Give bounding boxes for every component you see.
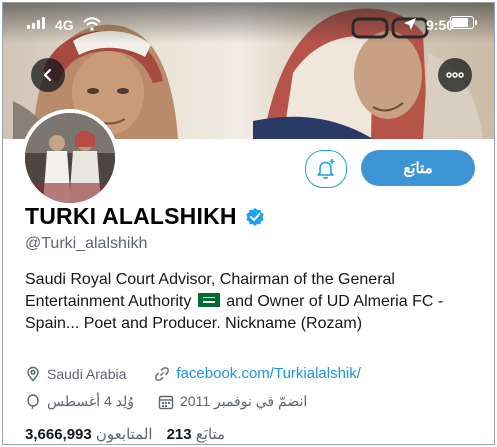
battery-icon [450, 16, 477, 29]
following-count: 213 [166, 426, 192, 443]
joined-text: انضمّ في نوفمبر 2011 [180, 393, 308, 409]
carrier-label: 4G [55, 17, 74, 33]
follow-stats: المتابعون 3,666,993 متابَع 213 [25, 425, 225, 443]
location-arrow-icon [404, 18, 416, 30]
avatar[interactable] [21, 109, 119, 207]
profile-screen: 4G 9:50 متابَع TURKI ALALSHIKH @Turki_al… [2, 2, 495, 445]
chevron-left-icon [43, 68, 52, 82]
followers-label: المتابعون [95, 426, 153, 443]
signal-icon [27, 17, 45, 29]
avatar-photo [25, 113, 115, 203]
following-stat[interactable]: متابَع 213 [167, 425, 226, 443]
location-website-row: Saudi Arabia facebook.com/Turkialalshik/ [25, 365, 361, 382]
website-link[interactable]: facebook.com/Turkialalshik/ [176, 365, 361, 382]
status-bar: 4G 9:50 [3, 3, 494, 43]
dates-row: وُلِد 4 أغسطس انضمّ في نوفمبر 2011 [25, 393, 307, 410]
location-text: Saudi Arabia [47, 365, 127, 382]
more-horizontal-icon [446, 72, 464, 78]
name-row: TURKI ALALSHIKH [25, 203, 265, 230]
calendar-icon [158, 394, 174, 410]
followers-stat[interactable]: المتابعون 3,666,993 [25, 425, 153, 443]
link-icon [154, 366, 170, 382]
location-pin-icon [25, 366, 41, 382]
back-button[interactable] [31, 58, 65, 92]
bio: Saudi Royal Court Advisor, Chairman of t… [25, 269, 487, 335]
followers-count: 3,666,993 [25, 426, 92, 443]
saudi-flag-icon [197, 293, 220, 307]
birthday-text: وُلِد 4 أغسطس [47, 393, 134, 409]
balloon-icon [25, 393, 41, 410]
following-button[interactable]: متابَع [361, 150, 475, 186]
notifications-button[interactable] [305, 150, 347, 188]
more-options-button[interactable] [438, 58, 472, 92]
bell-plus-icon [317, 159, 335, 179]
wifi-icon [83, 17, 101, 31]
verified-badge-icon [245, 207, 264, 226]
handle: @Turki_alalshikh [25, 235, 148, 252]
display-name: TURKI ALALSHIKH [25, 203, 237, 229]
following-label: متابَع [195, 426, 226, 443]
